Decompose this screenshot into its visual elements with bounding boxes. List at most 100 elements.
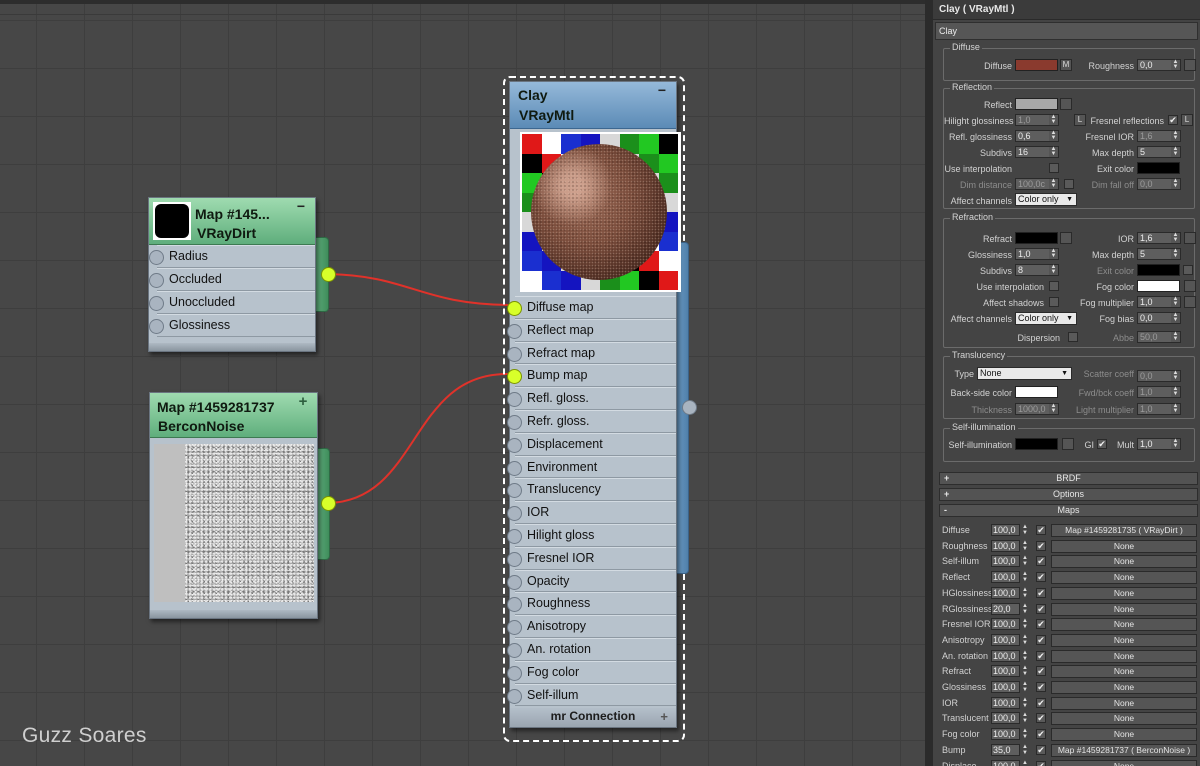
fog-bias-spinner[interactable]: 0,0 ▲ ▼ <box>1137 312 1181 324</box>
expand-icon[interactable]: + <box>660 708 668 725</box>
input-port[interactable] <box>507 323 522 339</box>
fwd-bck-coeff-spinner[interactable]: 1,0 ▲ ▼ <box>1137 386 1181 398</box>
map-amount-spinner[interactable]: 100,0 <box>991 586 1020 599</box>
input-port[interactable] <box>507 437 522 453</box>
map-amount-spinner[interactable]: 20,0 <box>991 602 1020 615</box>
node-vraymtl-clay[interactable]: Clay VRayMtl − Diffuse map Reflect map Ref… <box>507 81 681 728</box>
spinner-arrows-icon[interactable]: ▲▼ <box>1021 555 1029 567</box>
roughness-map-button[interactable] <box>1184 59 1196 71</box>
self-illum-mult-spinner[interactable]: 1,0 ▲ ▼ <box>1137 438 1181 450</box>
input-port[interactable] <box>507 597 522 613</box>
slot-hilight-gloss[interactable]: Hilight gloss <box>507 523 676 547</box>
map-enable-checkbox[interactable]: ✔ <box>1036 603 1046 614</box>
input-port[interactable] <box>507 551 522 567</box>
slot-refr-gloss[interactable]: Refr. gloss. <box>507 409 676 433</box>
refr-use-interpolation-checkbox[interactable] <box>1049 281 1059 291</box>
spinner-arrows-icon[interactable]: ▲▼ <box>1021 697 1029 709</box>
node-berconnoise[interactable]: Map #1459281737 BerconNoise + <box>149 392 318 619</box>
map-amount-spinner[interactable]: 35,0 <box>991 743 1020 756</box>
input-port[interactable] <box>507 301 522 316</box>
map-enable-checkbox[interactable]: ✔ <box>1036 587 1046 598</box>
map-slot-button[interactable]: Map #1459281735 ( VRayDirt ) <box>1051 524 1197 537</box>
input-port[interactable] <box>507 414 522 430</box>
map-amount-spinner[interactable]: 100,0 <box>991 555 1020 568</box>
slot-refl-gloss[interactable]: Refl. gloss. <box>507 387 676 410</box>
map-slot-button[interactable]: None <box>1051 555 1197 569</box>
input-port[interactable] <box>149 250 164 265</box>
spinner-arrows-icon[interactable]: ▲▼ <box>1021 712 1029 724</box>
refr-subdivs-spinner[interactable]: 8 ▲ ▼ <box>1015 264 1059 276</box>
map-slot-button[interactable]: None <box>1051 586 1197 600</box>
affect-shadows-checkbox[interactable] <box>1049 297 1059 307</box>
node-vraymtl-header[interactable]: Clay VRayMtl − <box>510 82 676 129</box>
light-multiplier-spinner[interactable]: 1,0 ▲ ▼ <box>1137 403 1181 415</box>
slot-displacement[interactable]: Displacement <box>507 432 676 456</box>
hilight-glossiness-spinner[interactable]: 1,0 ▲ ▼ <box>1015 114 1059 126</box>
slot-radius[interactable]: Radius <box>149 245 315 268</box>
map-slot-button[interactable]: None <box>1051 712 1197 726</box>
map-slot-button[interactable]: None <box>1051 539 1197 553</box>
fresnel-lock-button[interactable]: L <box>1181 114 1193 126</box>
input-port[interactable] <box>507 574 522 590</box>
refr-affect-channels-dropdown[interactable]: Color only ▼ <box>1015 312 1077 325</box>
refl-glossiness-spinner[interactable]: 0,6 ▲ ▼ <box>1015 130 1059 142</box>
spinner-arrows-icon[interactable]: ▲▼ <box>1021 618 1029 630</box>
slot-refract-map[interactable]: Refract map <box>507 341 676 365</box>
map-slot-button[interactable]: Map #1459281737 ( BerconNoise ) <box>1051 743 1197 757</box>
map-enable-checkbox[interactable]: ✔ <box>1036 525 1046 535</box>
map-slot-button[interactable]: None <box>1051 633 1197 647</box>
slot-glossiness[interactable]: Glossiness <box>149 314 315 337</box>
map-amount-spinner[interactable]: 100,0 <box>991 649 1020 662</box>
map-amount-spinner[interactable]: 100,0 <box>991 696 1020 709</box>
ior-map-button[interactable] <box>1184 232 1196 244</box>
map-amount-spinner[interactable]: 100,0 <box>991 633 1020 646</box>
map-slot-button[interactable]: None <box>1051 681 1197 694</box>
map-enable-checkbox[interactable]: ✔ <box>1036 713 1046 724</box>
ior-spinner[interactable]: 1,6 ▲ ▼ <box>1137 232 1181 244</box>
spinner-arrows-icon[interactable]: ▲▼ <box>1021 540 1029 552</box>
map-slot-button[interactable]: None <box>1051 759 1197 766</box>
diffuse-color-swatch[interactable] <box>1015 59 1058 71</box>
slot-opacity[interactable]: Opacity <box>507 569 676 593</box>
map-slot-button[interactable]: None <box>1051 728 1197 742</box>
slot-an-rotation[interactable]: An. rotation <box>507 637 676 661</box>
slot-reflect-map[interactable]: Reflect map <box>507 318 676 342</box>
slot-roughness[interactable]: Roughness <box>507 592 676 616</box>
refl-max-depth-spinner[interactable]: 5 ▲ ▼ <box>1137 146 1181 158</box>
input-port[interactable] <box>507 506 522 522</box>
dim-falloff-spinner[interactable]: 0,0 ▲ ▼ <box>1137 178 1181 190</box>
vraymtl-output-port[interactable] <box>682 400 697 415</box>
fog-color-map-button[interactable] <box>1184 280 1196 292</box>
map-slot-button[interactable]: None <box>1051 665 1197 679</box>
refr-max-depth-spinner[interactable]: 5 ▲ ▼ <box>1137 248 1181 260</box>
input-port[interactable] <box>507 346 522 362</box>
map-enable-checkbox[interactable]: ✔ <box>1036 619 1046 630</box>
reflect-color-swatch[interactable] <box>1015 98 1058 110</box>
map-enable-checkbox[interactable]: ✔ <box>1036 556 1046 567</box>
map-amount-spinner[interactable]: 100,0 <box>991 728 1020 741</box>
thickness-spinner[interactable]: 1000,0 ▲ ▼ <box>1015 403 1059 415</box>
input-port[interactable] <box>149 319 164 334</box>
reflect-map-button[interactable] <box>1060 98 1072 110</box>
slot-anisotropy[interactable]: Anisotropy <box>507 615 676 638</box>
spinner-arrows-icon[interactable]: ▲▼ <box>1021 665 1029 677</box>
hilight-lock-button[interactable]: L <box>1074 114 1086 126</box>
map-enable-checkbox[interactable]: ✔ <box>1036 744 1046 755</box>
refr-exit-color-swatch[interactable] <box>1137 264 1180 276</box>
slate-node-canvas[interactable]: Map #145... VRayDirt − Radius Occluded Uno… <box>0 0 925 766</box>
fresnel-ior-spinner[interactable]: 1,6 ▲ ▼ <box>1137 130 1181 142</box>
roughness-spinner[interactable]: 0,0 ▲ ▼ <box>1137 59 1181 71</box>
dim-distance-checkbox[interactable] <box>1064 179 1074 189</box>
map-enable-checkbox[interactable]: ✔ <box>1036 572 1046 583</box>
fresnel-reflections-checkbox[interactable]: ✔ <box>1168 115 1178 125</box>
mr-connection-bar[interactable]: mr Connection + <box>510 708 676 727</box>
spinner-arrows-icon[interactable]: ▲▼ <box>1021 728 1029 740</box>
spinner-arrows-icon[interactable]: ▲▼ <box>1021 587 1029 599</box>
expand-icon[interactable]: + <box>297 394 309 409</box>
input-port[interactable] <box>149 273 164 288</box>
slot-fog-color[interactable]: Fog color <box>507 660 676 684</box>
slot-ior[interactable]: IOR <box>507 501 676 524</box>
map-amount-spinner[interactable]: 100,0 <box>991 759 1020 766</box>
spinner-arrows-icon[interactable]: ▲▼ <box>1021 603 1029 615</box>
map-enable-checkbox[interactable]: ✔ <box>1036 697 1046 708</box>
